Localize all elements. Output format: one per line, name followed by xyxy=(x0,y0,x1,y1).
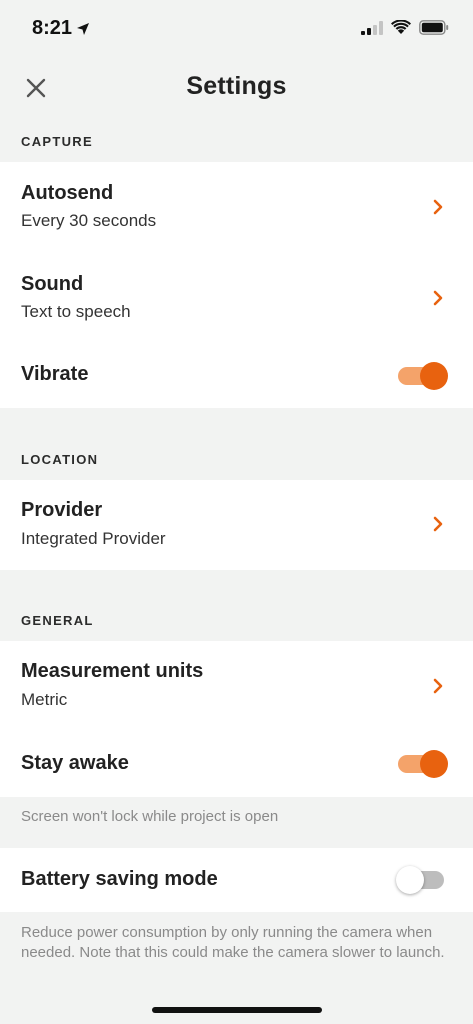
nav-bar: Settings xyxy=(0,60,473,120)
section-header-location: LOCATION xyxy=(21,452,99,467)
chevron-right-icon xyxy=(433,199,443,215)
stay-awake-note: Screen won't lock while project is open xyxy=(21,808,279,825)
sound-value: Text to speech xyxy=(21,302,131,321)
status-bar: 8:21 xyxy=(0,0,473,60)
chevron-right-icon xyxy=(433,678,443,694)
location-card: Provider Integrated Provider xyxy=(0,480,473,570)
general-card: Measurement units Metric Stay awake xyxy=(0,641,473,797)
vibrate-toggle[interactable] xyxy=(398,362,448,390)
wifi-icon xyxy=(391,20,411,34)
vibrate-title: Vibrate xyxy=(21,363,89,385)
cellular-signal-icon xyxy=(361,20,383,35)
battery-saving-row: Battery saving mode xyxy=(0,848,473,912)
toggle-knob xyxy=(396,866,424,894)
autosend-title: Autosend xyxy=(21,182,114,204)
provider-title: Provider xyxy=(21,499,103,521)
status-time-text: 8:21 xyxy=(32,17,73,39)
stay-awake-toggle[interactable] xyxy=(398,750,448,778)
battery-saving-note: Reduce power consumption by only running… xyxy=(21,924,445,961)
battery-card: Battery saving mode xyxy=(0,848,473,912)
provider-value: Integrated Provider xyxy=(21,529,166,548)
battery-saving-toggle[interactable] xyxy=(396,866,448,894)
chevron-right-icon xyxy=(433,516,443,532)
measurement-units-row[interactable]: Measurement units Metric xyxy=(0,641,473,733)
autosend-row[interactable]: Autosend Every 30 seconds xyxy=(0,162,473,252)
status-icons xyxy=(361,20,449,35)
page-title: Settings xyxy=(186,72,287,100)
toggle-knob xyxy=(420,750,448,778)
home-indicator[interactable] xyxy=(152,1007,322,1013)
status-time: 8:21 xyxy=(32,17,90,40)
battery-icon xyxy=(419,20,449,35)
sound-row[interactable]: Sound Text to speech xyxy=(0,252,473,344)
provider-row[interactable]: Provider Integrated Provider xyxy=(0,480,473,570)
toggle-knob xyxy=(420,362,448,390)
section-header-capture: CAPTURE xyxy=(21,134,93,149)
measurement-units-title: Measurement units xyxy=(21,660,204,682)
chevron-right-icon xyxy=(433,290,443,306)
capture-card: Autosend Every 30 seconds Sound Text to … xyxy=(0,162,473,408)
stay-awake-row: Stay awake xyxy=(0,733,473,797)
sound-title: Sound xyxy=(21,273,84,295)
location-arrow-icon xyxy=(77,22,90,35)
measurement-units-value: Metric xyxy=(21,690,68,709)
autosend-value: Every 30 seconds xyxy=(21,211,157,230)
battery-saving-title: Battery saving mode xyxy=(21,868,218,890)
vibrate-row: Vibrate xyxy=(0,344,473,408)
stay-awake-title: Stay awake xyxy=(21,752,129,774)
section-header-general: GENERAL xyxy=(21,613,94,628)
